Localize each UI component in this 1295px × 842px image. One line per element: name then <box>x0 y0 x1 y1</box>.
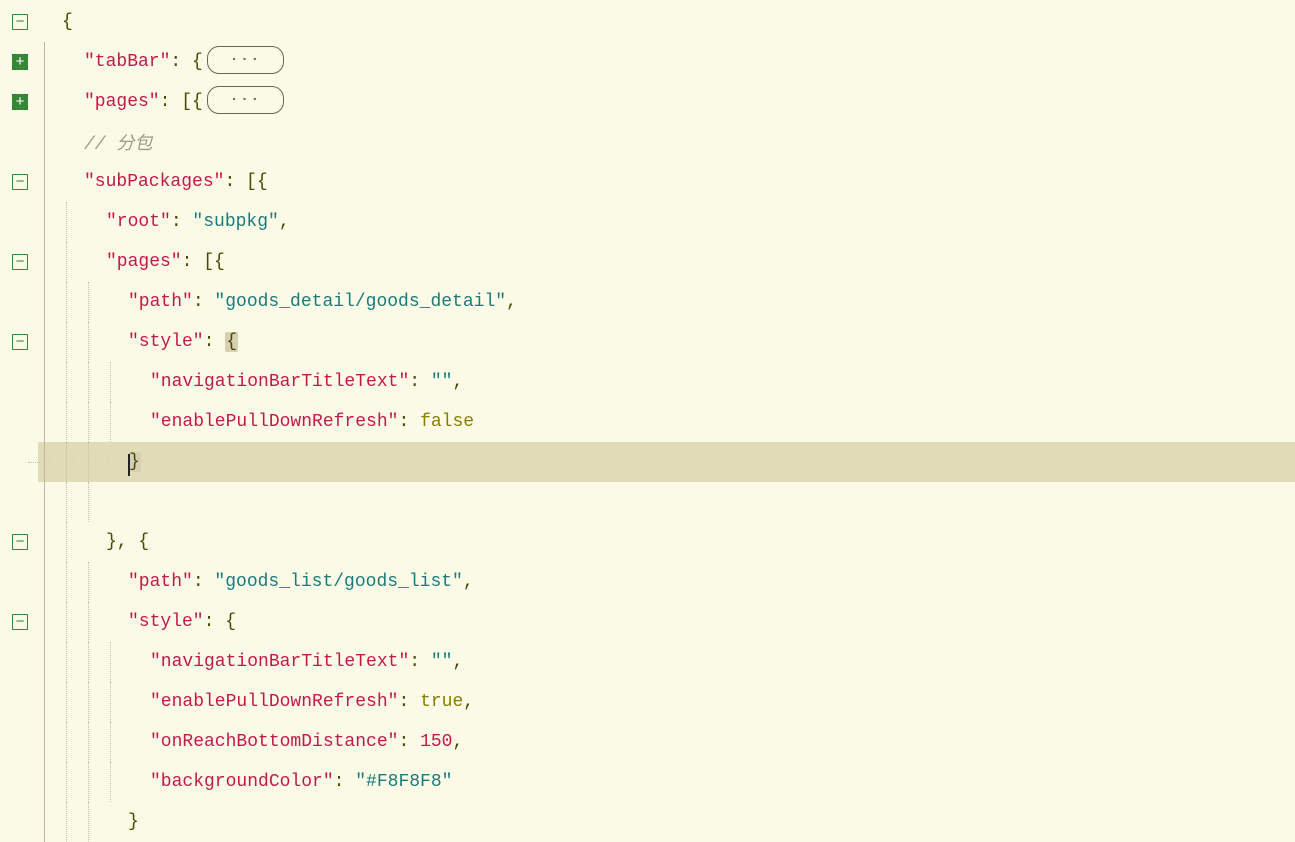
code-line-active[interactable]: ······ } <box>0 442 1295 482</box>
json-value: "goods_detail/goods_detail" <box>214 292 506 312</box>
json-key: "navigationBarTitleText" <box>150 372 409 392</box>
fold-expand-icon[interactable]: + <box>12 54 28 70</box>
json-key: "path" <box>128 572 193 592</box>
fold-connector <box>28 462 40 463</box>
code-line[interactable]: − }, { <box>0 522 1295 562</box>
code-line[interactable]: − "subPackages": [{ <box>0 162 1295 202</box>
fold-expand-icon[interactable]: + <box>12 94 28 110</box>
code-line[interactable]: } <box>0 802 1295 842</box>
json-key: "enablePullDownRefresh" <box>150 412 398 432</box>
text-cursor <box>128 454 130 476</box>
json-value: "subpkg" <box>192 212 278 232</box>
json-key: "root" <box>106 212 171 232</box>
comment: // 分包 <box>84 129 152 155</box>
json-value: 150 <box>420 732 452 752</box>
json-key: "pages" <box>106 252 182 272</box>
code-line[interactable]: "enablePullDownRefresh": false <box>0 402 1295 442</box>
matching-bracket: { <box>225 332 238 352</box>
code-editor[interactable]: − { + "tabBar": { ··· + "pages": [{ ··· … <box>0 0 1295 842</box>
json-value: "goods_list/goods_list" <box>214 572 462 592</box>
fold-toggle-icon[interactable]: − <box>12 334 28 350</box>
json-key: "style" <box>128 612 204 632</box>
code-line[interactable]: − { <box>0 2 1295 42</box>
json-value: false <box>420 412 474 432</box>
code-line[interactable] <box>0 482 1295 522</box>
code-line[interactable]: "navigationBarTitleText": "", <box>0 642 1295 682</box>
code-line[interactable]: + "pages": [{ ··· <box>0 82 1295 122</box>
collapsed-block[interactable]: ··· <box>207 86 284 114</box>
code-line[interactable]: "enablePullDownRefresh": true, <box>0 682 1295 722</box>
brace: } <box>128 812 139 832</box>
json-key: "subPackages" <box>84 172 224 192</box>
code-line[interactable]: "path": "goods_detail/goods_detail", <box>0 282 1295 322</box>
json-key: "tabBar" <box>84 52 170 72</box>
json-value: "#F8F8F8" <box>355 772 452 792</box>
json-key: "onReachBottomDistance" <box>150 732 398 752</box>
json-key: "backgroundColor" <box>150 772 334 792</box>
json-key: "path" <box>128 292 193 312</box>
json-key: "navigationBarTitleText" <box>150 652 409 672</box>
fold-toggle-icon[interactable]: − <box>12 254 28 270</box>
code-line[interactable]: // 分包 <box>0 122 1295 162</box>
code-line[interactable]: − "style": { <box>0 322 1295 362</box>
code-line[interactable]: − "pages": [{ <box>0 242 1295 282</box>
json-value: true <box>420 692 463 712</box>
active-line-highlight <box>38 442 1295 482</box>
fold-toggle-icon[interactable]: − <box>12 614 28 630</box>
collapsed-block[interactable]: ··· <box>207 46 284 74</box>
fold-toggle-icon[interactable]: − <box>12 534 28 550</box>
fold-toggle-icon[interactable]: − <box>12 174 28 190</box>
json-key: "style" <box>128 332 204 352</box>
json-value: "" <box>431 372 453 392</box>
json-key: "enablePullDownRefresh" <box>150 692 398 712</box>
brace: }, { <box>106 532 149 552</box>
json-value: "" <box>431 652 453 672</box>
brace: { <box>62 12 73 32</box>
fold-toggle-icon[interactable]: − <box>12 14 28 30</box>
code-line[interactable]: "backgroundColor": "#F8F8F8" <box>0 762 1295 802</box>
code-line[interactable]: "onReachBottomDistance": 150, <box>0 722 1295 762</box>
json-key: "pages" <box>84 92 160 112</box>
code-line[interactable]: "navigationBarTitleText": "", <box>0 362 1295 402</box>
code-line[interactable]: "path": "goods_list/goods_list", <box>0 562 1295 602</box>
code-line[interactable]: "root": "subpkg", <box>0 202 1295 242</box>
code-line[interactable]: + "tabBar": { ··· <box>0 42 1295 82</box>
code-line[interactable]: − "style": { <box>0 602 1295 642</box>
